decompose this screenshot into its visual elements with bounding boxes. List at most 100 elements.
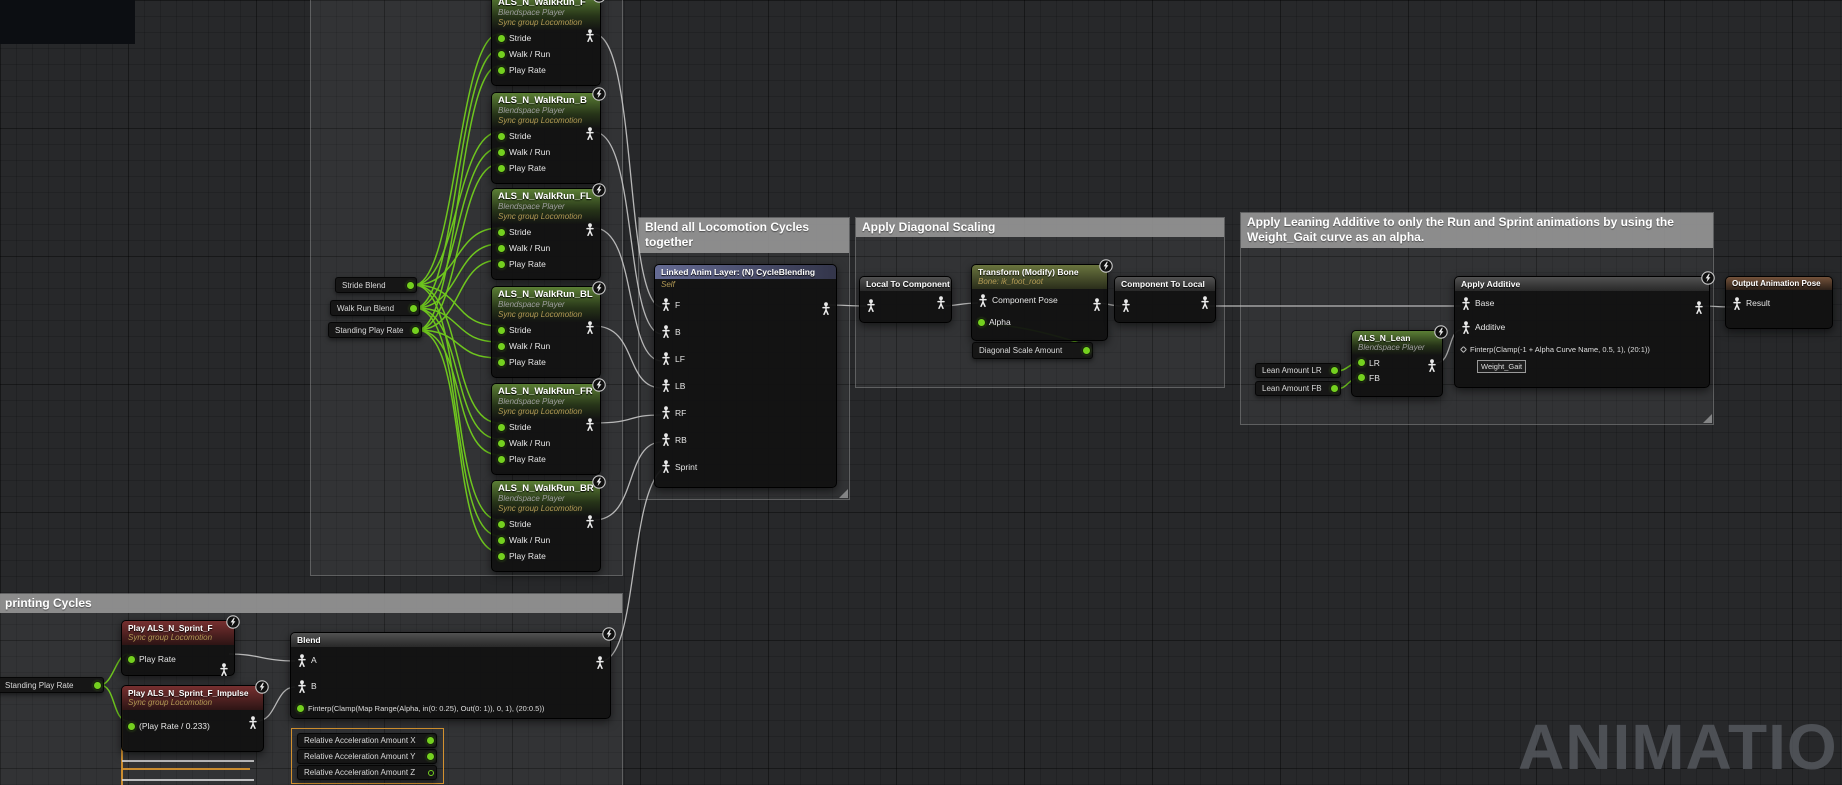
pill-relative-acceleration-x[interactable]: Relative Acceleration Amount X bbox=[297, 733, 437, 748]
output-pin[interactable] bbox=[94, 682, 101, 689]
comment-title[interactable]: Blend all Locomotion Cycles together bbox=[639, 218, 849, 253]
curve-name-tag[interactable]: Weight_Gait bbox=[1477, 360, 1526, 373]
node-als-n-walkrun-f[interactable]: ALS_N_WalkRun_F Blendspace Player Sync g… bbox=[491, 0, 601, 86]
pose-output-person-icon[interactable] bbox=[219, 663, 229, 676]
output-pin[interactable] bbox=[1331, 367, 1338, 374]
pose-output-person-icon[interactable] bbox=[248, 716, 258, 729]
node-als-n-lean[interactable]: ALS_N_Lean Blendspace Player LR FB bbox=[1351, 330, 1443, 397]
input-pin[interactable] bbox=[498, 67, 505, 74]
pose-input-person-icon[interactable] bbox=[661, 298, 671, 311]
node-blend[interactable]: Blend A B Finterp(Clamp(Map Range(Alpha,… bbox=[290, 632, 611, 719]
pose-input-person-icon[interactable] bbox=[978, 294, 988, 307]
pose-input-person-icon[interactable] bbox=[1461, 321, 1471, 334]
node-als-n-walkrun-br[interactable]: ALS_N_WalkRun_BR Blendspace Player Sync … bbox=[491, 480, 601, 572]
pose-input-person-icon[interactable] bbox=[1121, 299, 1131, 312]
pose-input-person-icon[interactable] bbox=[661, 325, 671, 338]
input-pin[interactable] bbox=[498, 133, 505, 140]
pose-input-person-icon[interactable] bbox=[661, 433, 671, 446]
output-pin[interactable] bbox=[412, 327, 419, 334]
output-pin[interactable] bbox=[410, 305, 417, 312]
output-pin[interactable] bbox=[428, 770, 434, 776]
input-pin[interactable] bbox=[498, 456, 505, 463]
input-pin[interactable] bbox=[128, 656, 135, 663]
input-pin[interactable] bbox=[498, 35, 505, 42]
output-pin[interactable] bbox=[427, 737, 434, 744]
input-pin[interactable] bbox=[498, 245, 505, 252]
node-linked-anim-layer[interactable]: Linked Anim Layer: (N) CycleBlending Sel… bbox=[654, 264, 837, 488]
pose-input-person-icon[interactable] bbox=[297, 680, 307, 693]
pill-diagonal-scale-amount[interactable]: Diagonal Scale Amount bbox=[972, 342, 1093, 359]
input-pin[interactable] bbox=[978, 319, 985, 326]
input-pin[interactable] bbox=[498, 149, 505, 156]
pose-output-person-icon[interactable] bbox=[585, 29, 595, 42]
pose-output-person-icon[interactable] bbox=[1427, 359, 1437, 372]
input-pin[interactable] bbox=[498, 553, 505, 560]
pose-output-person-icon[interactable] bbox=[585, 515, 595, 528]
pose-output-person-icon[interactable] bbox=[585, 321, 595, 334]
output-pin[interactable] bbox=[427, 753, 434, 760]
pill-relative-acceleration-y[interactable]: Relative Acceleration Amount Y bbox=[297, 749, 437, 764]
input-pin[interactable] bbox=[498, 359, 505, 366]
node-transform-modify-bone[interactable]: Transform (Modify) Bone Bone: ik_foot_ro… bbox=[971, 264, 1108, 341]
input-pin[interactable] bbox=[498, 521, 505, 528]
anim-graph-canvas[interactable]: ANIMATION Blend all Locomotion Cycles to… bbox=[0, 0, 1842, 785]
node-local-to-component[interactable]: Local To Component bbox=[859, 276, 952, 323]
output-pin[interactable] bbox=[407, 282, 414, 289]
alpha-input-pin[interactable] bbox=[297, 705, 304, 712]
pose-output-person-icon[interactable] bbox=[1092, 298, 1102, 311]
input-pin[interactable] bbox=[498, 229, 505, 236]
pose-input-person-icon[interactable] bbox=[297, 654, 307, 667]
input-pin[interactable] bbox=[498, 424, 505, 431]
alpha-input-pin[interactable] bbox=[1460, 345, 1467, 352]
input-pin[interactable] bbox=[498, 537, 505, 544]
pose-input-person-icon[interactable] bbox=[661, 379, 671, 392]
node-play-als-n-sprint-f-impulse[interactable]: Play ALS_N_Sprint_F_Impulse Sync group L… bbox=[121, 685, 264, 752]
input-pin[interactable] bbox=[498, 343, 505, 350]
pose-input-person-icon[interactable] bbox=[866, 299, 876, 312]
node-apply-additive[interactable]: Apply Additive Base Additive Finterp(Cla… bbox=[1454, 276, 1710, 388]
node-sync-group: Sync group Locomotion bbox=[498, 407, 594, 417]
comment-title[interactable]: Apply Leaning Additive to only the Run a… bbox=[1241, 213, 1713, 248]
input-pin[interactable] bbox=[1358, 374, 1365, 381]
input-pin[interactable] bbox=[128, 723, 135, 730]
comment-resize-handle[interactable] bbox=[839, 489, 848, 498]
pose-output-person-icon[interactable] bbox=[585, 127, 595, 140]
pose-output-person-icon[interactable] bbox=[595, 656, 605, 669]
input-pin[interactable] bbox=[498, 261, 505, 268]
input-pin[interactable] bbox=[498, 165, 505, 172]
node-als-n-walkrun-bl[interactable]: ALS_N_WalkRun_BL Blendspace Player Sync … bbox=[491, 286, 601, 378]
node-als-n-walkrun-fl[interactable]: ALS_N_WalkRun_FL Blendspace Player Sync … bbox=[491, 188, 601, 280]
comment-title[interactable]: printing Cycles bbox=[0, 594, 622, 613]
node-play-als-n-sprint-f[interactable]: Play ALS_N_Sprint_F Sync group Locomotio… bbox=[121, 620, 235, 676]
pose-output-person-icon[interactable] bbox=[585, 418, 595, 431]
pose-output-person-icon[interactable] bbox=[1694, 301, 1704, 314]
pill-relative-acceleration-z[interactable]: Relative Acceleration Amount Z bbox=[297, 765, 437, 780]
input-pin[interactable] bbox=[498, 440, 505, 447]
pose-output-person-icon[interactable] bbox=[821, 302, 831, 315]
input-pin[interactable] bbox=[498, 327, 505, 334]
pill-lean-amount-fb[interactable]: Lean Amount FB bbox=[1255, 381, 1341, 396]
node-output-animation-pose[interactable]: Output Animation Pose Result bbox=[1725, 276, 1833, 329]
pill-standing-play-rate-2[interactable]: Standing Play Rate bbox=[0, 677, 104, 693]
output-pin[interactable] bbox=[1083, 347, 1090, 354]
pose-output-person-icon[interactable] bbox=[936, 296, 946, 309]
pose-input-person-icon[interactable] bbox=[1732, 297, 1742, 310]
output-pin[interactable] bbox=[1331, 385, 1338, 392]
pose-input-person-icon[interactable] bbox=[661, 460, 671, 473]
node-als-n-walkrun-b[interactable]: ALS_N_WalkRun_B Blendspace Player Sync g… bbox=[491, 92, 601, 184]
pose-input-person-icon[interactable] bbox=[661, 352, 671, 365]
pill-standing-play-rate[interactable]: Standing Play Rate bbox=[328, 322, 422, 338]
comment-title[interactable]: Apply Diagonal Scaling bbox=[856, 218, 1224, 237]
input-pin[interactable] bbox=[498, 51, 505, 58]
comment-resize-handle[interactable] bbox=[1703, 414, 1712, 423]
pose-output-person-icon[interactable] bbox=[1200, 296, 1210, 309]
node-component-to-local[interactable]: Component To Local bbox=[1114, 276, 1216, 323]
pill-stride-blend[interactable]: Stride Blend bbox=[335, 277, 417, 293]
pose-input-person-icon[interactable] bbox=[661, 406, 671, 419]
pose-input-person-icon[interactable] bbox=[1461, 297, 1471, 310]
node-als-n-walkrun-fr[interactable]: ALS_N_WalkRun_FR Blendspace Player Sync … bbox=[491, 383, 601, 475]
pose-output-person-icon[interactable] bbox=[585, 223, 595, 236]
pill-walk-run-blend[interactable]: Walk Run Blend bbox=[330, 300, 420, 316]
pill-lean-amount-lr[interactable]: Lean Amount LR bbox=[1255, 363, 1341, 378]
input-pin[interactable] bbox=[1358, 359, 1365, 366]
